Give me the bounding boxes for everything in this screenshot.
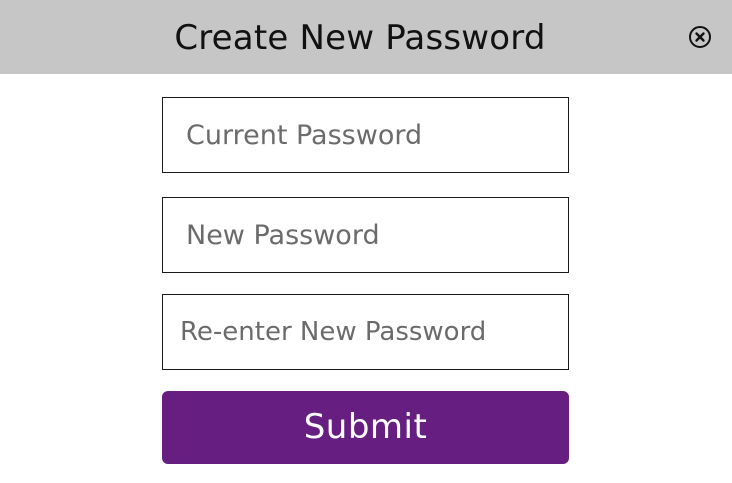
dialog-title: Create New Password [174,18,546,58]
new-password-field[interactable] [162,197,569,273]
current-password-field[interactable] [162,97,569,173]
dialog-header: Create New Password [0,0,732,74]
create-password-dialog: Create New Password Submit [0,0,732,483]
close-button[interactable] [688,25,712,49]
close-icon [689,26,711,48]
reenter-password-field[interactable] [162,294,569,370]
submit-button[interactable]: Submit [162,391,569,464]
